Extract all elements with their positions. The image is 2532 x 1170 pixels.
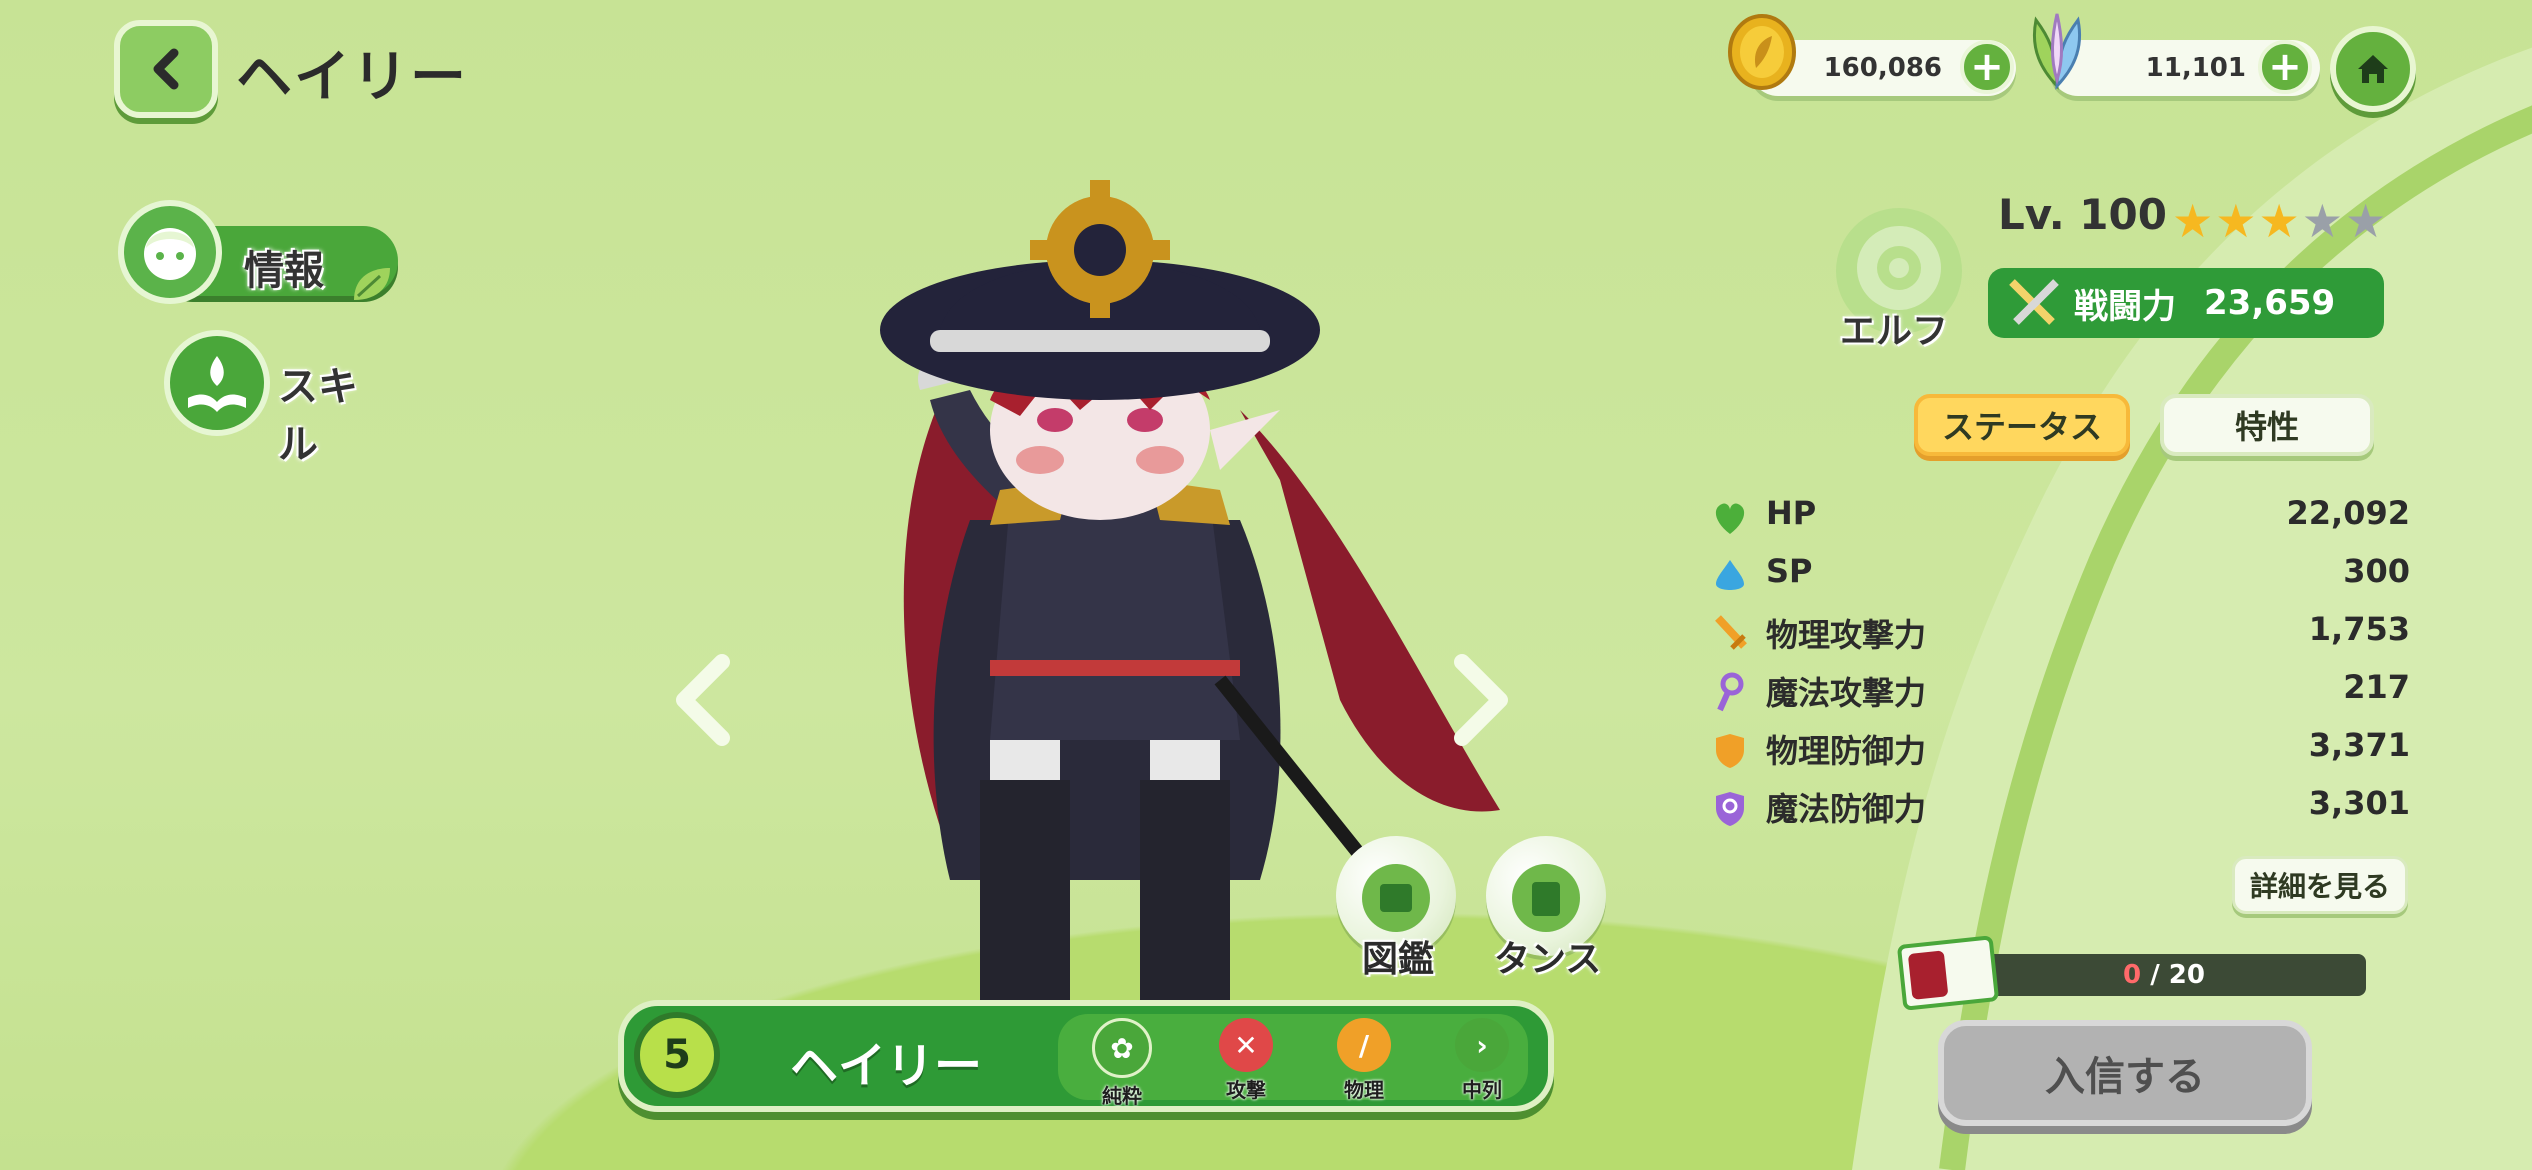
gold-add-button[interactable]: + [1960, 40, 2014, 94]
progress-total: 20 [2168, 960, 2205, 990]
skill-menu-icon-circle [164, 330, 270, 436]
drop-icon [1716, 560, 1744, 590]
tag-pure: ✿ 純粋 [1086, 1018, 1158, 1109]
home-button[interactable] [2330, 26, 2416, 112]
stat-label: 物理防御力 [1766, 732, 1927, 770]
gold-amount: 160,086 [1823, 53, 1942, 83]
character-card-icon [1896, 935, 2000, 1011]
encyclopedia-label: 図鑑 [1362, 939, 1435, 980]
detail-button[interactable]: 詳細を見る [2232, 856, 2408, 914]
card-portrait [1907, 950, 1949, 1000]
chevron-left-icon [153, 48, 179, 90]
clover-icon: ✿ [1092, 1018, 1152, 1078]
gem-add-button[interactable]: + [2258, 40, 2312, 94]
book-flame-icon [188, 356, 246, 412]
back-button[interactable] [114, 20, 218, 118]
info-menu-label: 情報 [244, 248, 324, 294]
shield-icon [1716, 734, 1744, 768]
recruit-progress-bar: 0 / 20 [1962, 954, 2366, 996]
tag-label: 純粋 [1102, 1084, 1142, 1108]
stat-label: 魔法防御力 [1766, 790, 1927, 828]
plus-icon: + [1970, 44, 2004, 90]
tab-traits[interactable]: 特性 [2160, 394, 2374, 456]
heart-icon [1715, 503, 1745, 534]
rank-badge: 5 [634, 1012, 720, 1098]
stat-row-sp: SP 300 [1710, 550, 2410, 600]
skill-menu-button[interactable]: スキル [164, 330, 394, 468]
tag-label: 中列 [1462, 1078, 1502, 1102]
race-label: エルフ [1840, 311, 1949, 352]
info-menu-icon-circle [118, 200, 222, 304]
character-face-icon [144, 228, 196, 280]
leaf-icon [354, 268, 390, 300]
leaf-gem-icon [2033, 13, 2081, 90]
stat-label: 物理攻撃力 [1766, 616, 1927, 654]
home-icon [2358, 55, 2388, 83]
stat-label: HP [1766, 494, 1817, 532]
stat-value: 300 [2343, 552, 2410, 590]
progress-current: 0 [2123, 960, 2142, 990]
plus-icon: + [2268, 44, 2302, 90]
tag-attack: ✕ 攻撃 [1210, 1018, 1282, 1103]
tag-label: 物理 [1344, 1078, 1384, 1102]
gold-coin-icon [1728, 14, 1796, 90]
next-character-button[interactable] [1444, 650, 1514, 750]
stat-value: 217 [2343, 668, 2410, 706]
tab-status[interactable]: ステータス [1914, 394, 2130, 456]
stat-row-physical-attack: 物理攻撃力 1,753 [1710, 608, 2410, 658]
progress-separator: / [2141, 960, 2169, 990]
star-empty-icon: ★ [2345, 194, 2387, 248]
stat-value: 3,301 [2308, 784, 2410, 822]
stat-row-hp: HP 22,092 [1710, 492, 2410, 542]
stat-value: 1,753 [2308, 610, 2410, 648]
stat-label: SP [1766, 552, 1813, 590]
dresser-label: タンス [1494, 939, 1602, 980]
page-title: ヘイリー [236, 45, 468, 110]
tag-physical: / 物理 [1328, 1018, 1400, 1103]
recruit-button[interactable]: 入信する [1938, 1020, 2312, 1126]
star-empty-icon: ★ [2301, 194, 2343, 248]
sword-icon: / [1337, 1018, 1391, 1072]
star-filled-icon: ★ [2172, 194, 2214, 248]
combat-power-value: 23,659 [2204, 283, 2336, 323]
stat-value: 22,092 [2286, 494, 2410, 532]
tag-middle-row: › 中列 [1446, 1018, 1518, 1103]
stat-label: 魔法攻撃力 [1766, 674, 1927, 712]
gem-amount: 11,101 [2145, 53, 2246, 83]
star-filled-icon: ★ [2215, 194, 2257, 248]
crossed-swords-icon [2009, 279, 2059, 325]
skill-menu-label: スキル [278, 364, 358, 468]
star-rating: ★ ★ ★ ★ ★ [2172, 194, 2386, 248]
level-label: Lv. 100 [1998, 190, 2167, 239]
info-menu-button[interactable]: 情報 [118, 200, 400, 304]
stat-row-magic-defense: 魔法防御力 3,301 [1710, 782, 2410, 832]
combat-power-panel: 戦闘力 23,659 [1988, 268, 2384, 338]
tag-label: 攻撃 [1226, 1078, 1266, 1102]
previous-character-button[interactable] [670, 650, 740, 750]
combat-power-label: 戦闘力 [2074, 286, 2176, 327]
stat-value: 3,371 [2308, 726, 2410, 764]
star-filled-icon: ★ [2258, 194, 2300, 248]
magic-shield-icon [1716, 792, 1744, 826]
character-name: ヘイリー [790, 1038, 983, 1094]
wand-icon [1717, 672, 1744, 712]
stat-row-physical-defense: 物理防御力 3,371 [1710, 724, 2410, 774]
stat-row-magic-attack: 魔法攻撃力 217 [1710, 666, 2410, 716]
chevron-right-icon: › [1455, 1018, 1509, 1072]
rank-value: 5 [663, 1032, 691, 1078]
crossed-swords-icon: ✕ [1219, 1018, 1273, 1072]
sword-icon [1715, 615, 1747, 650]
